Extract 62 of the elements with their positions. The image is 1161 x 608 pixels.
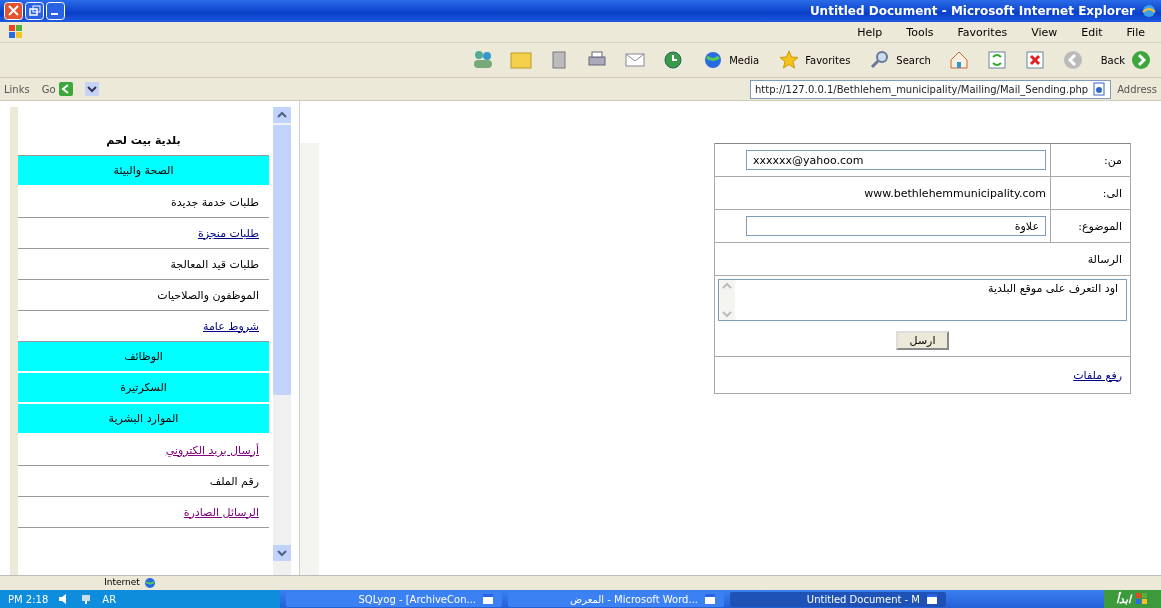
- field-label: من:: [1050, 144, 1130, 177]
- window-icon: [704, 593, 716, 605]
- toolbar-button[interactable]: Back: [1098, 46, 1155, 74]
- window-icon: [926, 593, 938, 605]
- sidebar-item: الموظفون والصلاحيات: [157, 288, 259, 302]
- sidebar-section: الصحة والبيئة: [18, 156, 269, 187]
- scrollbar-thumb[interactable]: [273, 125, 291, 395]
- globe-icon: [143, 577, 156, 589]
- menu-item[interactable]: Tools: [896, 24, 944, 40]
- toolbar-button[interactable]: Search: [866, 46, 933, 74]
- close-icon[interactable]: [4, 2, 23, 20]
- toolbar-button[interactable]: Media: [699, 46, 762, 74]
- menu-item[interactable]: File: [1116, 24, 1155, 40]
- page-icon: [1092, 82, 1107, 96]
- sidebar-title: بلدية بيت لحم: [106, 133, 181, 147]
- sidebar-section: الوظائف: [18, 342, 269, 373]
- restore-icon[interactable]: [25, 2, 44, 20]
- field-label: الموضوع:: [1050, 210, 1130, 243]
- sidebar-item: رقم الملف: [209, 474, 259, 488]
- app-icon: [1141, 3, 1157, 19]
- message-field[interactable]: اود التعرف على موقع البلدية: [718, 279, 1127, 321]
- sidebar-item: طلبات خدمة جديدة: [171, 195, 259, 209]
- go-button[interactable]: Go: [35, 81, 79, 97]
- zone-label: Internet: [104, 577, 140, 589]
- address-label: Address: [1117, 83, 1157, 95]
- links-label[interactable]: Links: [4, 83, 30, 95]
- start-button[interactable]: ابدأ: [1104, 590, 1161, 608]
- windows-logo-icon: [1135, 593, 1149, 605]
- recipient-address: www.bethlehemmunicipality.com: [864, 186, 1046, 200]
- language-indicator[interactable]: AR: [102, 593, 117, 605]
- window-icon: [482, 593, 494, 605]
- dropdown-icon[interactable]: [84, 82, 99, 96]
- menu-item[interactable]: Favorites: [947, 24, 1018, 40]
- sender-field[interactable]: xxxxxx@yahoo.com: [746, 150, 1046, 170]
- window-title: Untitled Document - Microsoft Internet Explorer: [809, 4, 1135, 18]
- scroll-down-icon[interactable]: [273, 545, 291, 561]
- address-field[interactable]: http://127.0.0.1/Bethlehem_municipality/Mailing/Mail_Sending.php: [750, 79, 1112, 99]
- field-label: الى:: [1050, 177, 1130, 210]
- sidebar-link[interactable]: طلبات منجزة: [197, 226, 259, 240]
- scroll-up-icon[interactable]: [273, 107, 291, 123]
- menu-item[interactable]: View: [1021, 24, 1068, 40]
- clock: PM 2:18: [8, 593, 49, 605]
- send-button[interactable]: ارسل: [895, 330, 950, 350]
- sidebar-link[interactable]: شروط عامة: [203, 319, 259, 333]
- minimize-icon[interactable]: [46, 2, 65, 20]
- subject-field[interactable]: علاوة: [746, 216, 1046, 236]
- network-icon[interactable]: [80, 593, 93, 605]
- scrollbar[interactable]: [273, 107, 291, 575]
- sidebar-link[interactable]: أرسال بريد الكتروني: [165, 443, 259, 457]
- scroll-down-icon: [719, 308, 735, 320]
- sidebar-section: الموارد البشرية: [18, 404, 269, 435]
- taskbar-button[interactable]: SQLyog - [ArchiveCon...: [286, 591, 502, 607]
- sidebar-section: السكرتيرة: [18, 373, 269, 404]
- taskbar-button[interactable]: المعرض - Microsoft Word...: [508, 591, 724, 607]
- menu-item[interactable]: Help: [847, 24, 893, 40]
- taskbar-button[interactable]: Untitled Document - M: [730, 591, 946, 607]
- toolbar-button[interactable]: Favorites: [775, 46, 853, 74]
- sidebar-item: طلبات قيد المعالجة: [170, 257, 259, 271]
- upload-link[interactable]: رفع ملفات: [1073, 368, 1122, 382]
- field-label: الرسالة: [1087, 252, 1122, 266]
- sidebar-link[interactable]: الرسائل الصادرة: [183, 505, 259, 519]
- menu-item[interactable]: Edit: [1071, 24, 1113, 40]
